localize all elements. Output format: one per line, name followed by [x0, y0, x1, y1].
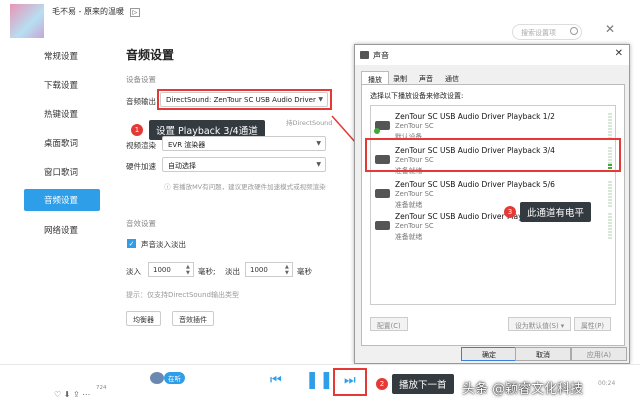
device-status: 准备就绪: [395, 201, 423, 209]
properties-button[interactable]: 属性(P): [574, 317, 611, 331]
annotation-number-2: 2: [376, 378, 388, 390]
tab-playback[interactable]: 播放: [361, 71, 389, 85]
annotation-number-3: 3: [504, 206, 516, 218]
next-track-icon: ⏭: [344, 373, 356, 388]
ok-button[interactable]: 确定: [461, 347, 517, 361]
annotation-box-device: [365, 138, 621, 172]
configure-button[interactable]: 配置(C): [370, 317, 408, 331]
speaker-device-icon: [375, 189, 390, 198]
device-name: ZenTour SC USB Audio Driver Playback 1/2: [395, 112, 555, 121]
device-name: ZenTour SC USB Audio Driver Playback 5/6: [395, 180, 555, 189]
pause-icon[interactable]: ❚❚: [305, 370, 334, 390]
previous-track-icon[interactable]: ⏮: [270, 373, 282, 388]
watermark: 头条 @颖睿文化科技: [462, 382, 584, 397]
speaker-device-icon: [375, 221, 390, 230]
annotation-label-3: 此通道有电平: [520, 202, 592, 222]
next-track-button[interactable]: ⏭: [333, 368, 367, 396]
speaker-icon: [360, 51, 369, 59]
device-vendor: ZenTour SC: [395, 190, 434, 198]
annotation-label-2: 播放下一首: [392, 374, 454, 394]
action-icons[interactable]: ♡ ⬇ ⇪ ⋯: [54, 390, 90, 399]
device-vendor: ZenTour SC: [395, 122, 434, 130]
mv-icon[interactable]: ▷: [129, 8, 141, 17]
song-title[interactable]: 毛不易 - 原来的温暖 ▷: [52, 6, 141, 17]
listening-badge[interactable]: 在听: [164, 372, 185, 384]
album-art[interactable]: [10, 4, 44, 38]
tab-recording[interactable]: 录制: [387, 71, 413, 85]
tab-communications[interactable]: 通信: [439, 71, 465, 85]
dialog-title: 声音: [355, 45, 629, 65]
device-status: 准备就绪: [395, 233, 423, 241]
comment-count: 724: [96, 385, 107, 391]
level-meter: [608, 113, 612, 139]
default-check-icon: [374, 128, 380, 134]
song-title-text: 毛不易 - 原来的温暖: [52, 7, 124, 16]
time-hint: 00:24: [598, 380, 616, 387]
panel-caption: 选择以下播放设备来修改设置:: [370, 92, 464, 100]
tab-sounds[interactable]: 声音: [413, 71, 439, 85]
level-meter: [608, 213, 612, 239]
level-meter: [608, 181, 612, 207]
set-default-button[interactable]: 设为默认值(S) ▾: [508, 317, 572, 331]
apply-button[interactable]: 应用(A): [571, 347, 627, 361]
set-default-label: 设为默认值(S): [515, 322, 559, 330]
cancel-button[interactable]: 取消: [515, 347, 571, 361]
chevron-down-icon: ▾: [560, 322, 565, 330]
close-icon[interactable]: ✕: [615, 48, 623, 59]
device-vendor: ZenTour SC: [395, 222, 434, 230]
avatar[interactable]: [150, 372, 164, 384]
